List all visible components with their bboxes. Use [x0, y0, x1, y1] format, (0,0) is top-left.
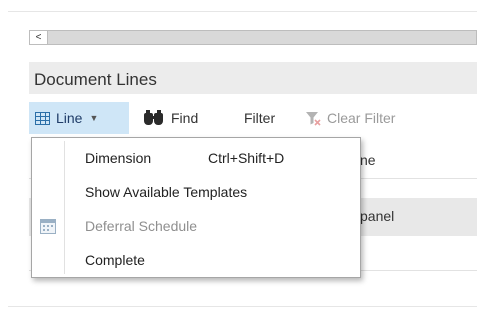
clear-filter-icon: [306, 112, 321, 126]
line-menu-button[interactable]: Line ▼: [29, 102, 129, 134]
menu-item-complete[interactable]: Complete: [65, 246, 357, 274]
find-button[interactable]: Find: [143, 102, 198, 134]
clear-filter-label: Clear Filter: [327, 110, 396, 126]
menu-item-deferral-schedule: Deferral Schedule: [65, 212, 357, 240]
menu-item-label: Deferral Schedule: [85, 218, 198, 234]
menu-item-dimension[interactable]: Dimension Ctrl+Shift+D: [65, 144, 357, 172]
menu-item-label: Dimension: [85, 150, 152, 166]
section-title: Document Lines: [34, 70, 157, 89]
menu-item-show-available-templates[interactable]: Show Available Templates: [65, 178, 357, 206]
binoculars-icon: [143, 110, 165, 126]
row-cell-text: panel: [360, 208, 395, 224]
menu-item-label: Show Available Templates: [85, 184, 248, 200]
menu-item-label: Complete: [85, 252, 145, 268]
scroll-left-button[interactable]: <: [30, 31, 48, 44]
horizontal-scrollbar[interactable]: <: [29, 30, 477, 45]
grid-icon: [35, 111, 50, 125]
chevron-down-icon: ▼: [89, 113, 99, 123]
line-menu-label: Line: [56, 110, 83, 126]
lines-toolbar: Line ▼ Find Filter Clear Filter: [29, 100, 477, 136]
chevron-left-icon: <: [35, 31, 42, 43]
filter-button[interactable]: Filter: [244, 102, 275, 134]
clear-filter-button[interactable]: Clear Filter: [305, 102, 395, 134]
column-header-label: ne: [360, 152, 376, 168]
menu-item-shortcut: Ctrl+Shift+D: [208, 150, 285, 166]
top-divider: [8, 11, 477, 12]
line-dropdown-menu: Dimension Ctrl+Shift+D Show Available Te…: [31, 137, 361, 278]
calendar-icon: [40, 219, 56, 234]
find-label: Find: [171, 110, 199, 126]
section-header: Document Lines: [29, 62, 477, 94]
filter-label: Filter: [244, 110, 276, 126]
bottom-divider: [8, 306, 477, 307]
